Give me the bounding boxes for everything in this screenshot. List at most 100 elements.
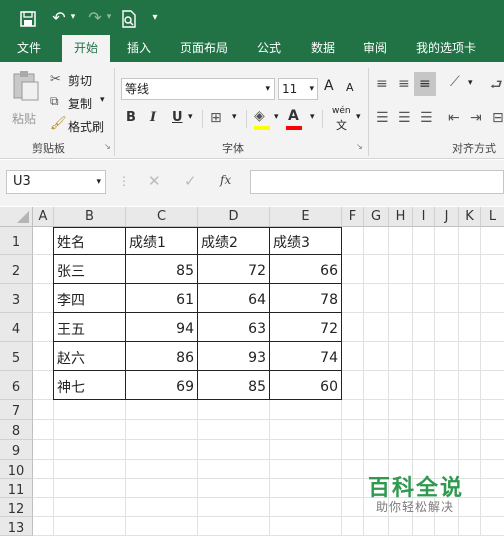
row-header-13[interactable]: 13 [0,517,33,536]
fill-color-icon[interactable]: ◈ [254,108,265,124]
cell-l5[interactable] [481,342,504,371]
cell-f7[interactable] [342,400,364,420]
cell-c11[interactable] [126,479,198,498]
cell-e9[interactable] [270,440,342,460]
cell-b12[interactable] [54,498,126,517]
table-score-cell[interactable]: 72 [198,255,270,284]
italic-button[interactable]: I [150,110,156,125]
cell-k6[interactable] [459,371,481,400]
column-header-b[interactable]: B [54,207,126,227]
cell-f13[interactable] [342,517,364,536]
table-score-cell[interactable]: 74 [270,342,342,371]
table-score-cell[interactable]: 94 [126,313,198,342]
tab-formulas[interactable]: 公式 [248,35,290,62]
cell-d10[interactable] [198,460,270,479]
column-header-e[interactable]: E [270,207,342,227]
grow-font-button[interactable]: A [324,78,334,94]
cell-d9[interactable] [198,440,270,460]
borders-dropdown-icon[interactable]: ▾ [232,112,237,122]
cell-f1[interactable] [342,227,364,255]
cell-a13[interactable] [33,517,54,536]
cell-a4[interactable] [33,313,54,342]
cell-a8[interactable] [33,420,54,440]
underline-button[interactable]: U [172,110,183,125]
cell-l2[interactable] [481,255,504,284]
merge-center-icon[interactable]: ⊟ [492,110,504,126]
cell-k4[interactable] [459,313,481,342]
cell-h3[interactable] [389,284,413,313]
row-header-8[interactable]: 8 [0,420,33,440]
cell-l7[interactable] [481,400,504,420]
tab-file[interactable]: 文件 [6,35,52,62]
table-score-cell[interactable]: 60 [270,371,342,400]
cell-f12[interactable] [342,498,364,517]
cell-h1[interactable] [389,227,413,255]
align-top-icon[interactable]: ≡ [376,76,388,92]
row-header-11[interactable]: 11 [0,479,33,498]
cell-b10[interactable] [54,460,126,479]
font-color-icon[interactable]: A [288,108,299,124]
cell-f10[interactable] [342,460,364,479]
cell-h9[interactable] [389,440,413,460]
phonetic-guide-button[interactable]: wén [332,106,351,116]
cell-e7[interactable] [270,400,342,420]
cell-d7[interactable] [198,400,270,420]
cell-e11[interactable] [270,479,342,498]
cell-j3[interactable] [435,284,459,313]
copy-dropdown-icon[interactable]: ▾ [100,95,105,105]
cell-e13[interactable] [270,517,342,536]
cell-l1[interactable] [481,227,504,255]
tab-data[interactable]: 数据 [302,35,344,62]
cell-j7[interactable] [435,400,459,420]
format-painter-icon[interactable]: 🖌 [50,116,67,131]
fill-color-dropdown-icon[interactable]: ▾ [274,112,279,122]
cell-i2[interactable] [413,255,435,284]
cell-e8[interactable] [270,420,342,440]
cell-f6[interactable] [342,371,364,400]
table-header-cell[interactable]: 姓名 [54,227,126,255]
cell-g1[interactable] [364,227,389,255]
cell-l8[interactable] [481,420,504,440]
cell-c12[interactable] [126,498,198,517]
align-right-icon[interactable]: ☰ [420,110,433,126]
cell-g8[interactable] [364,420,389,440]
name-box[interactable]: U3 ▾ [6,170,106,194]
tab-my-tab[interactable]: 我的选项卡 [410,35,482,62]
column-header-c[interactable]: C [126,207,198,227]
cell-g9[interactable] [364,440,389,460]
print-preview-icon[interactable] [118,0,140,35]
tab-home[interactable]: 开始 [62,35,110,62]
borders-icon[interactable]: ⊞ [210,110,222,126]
cell-l3[interactable] [481,284,504,313]
cell-g2[interactable] [364,255,389,284]
cell-b7[interactable] [54,400,126,420]
column-header-k[interactable]: K [459,207,481,227]
table-score-cell[interactable]: 85 [198,371,270,400]
phonetic-dropdown-icon[interactable]: ▾ [356,112,361,122]
cell-c10[interactable] [126,460,198,479]
orientation-icon[interactable]: ⟋ [450,74,460,90]
format-painter-button[interactable]: 格式刷 [68,118,104,135]
cell-b8[interactable] [54,420,126,440]
cell-j5[interactable] [435,342,459,371]
cell-j2[interactable] [435,255,459,284]
cell-k7[interactable] [459,400,481,420]
table-score-cell[interactable]: 78 [270,284,342,313]
decrease-indent-icon[interactable]: ⇤ [448,110,460,126]
table-name-cell[interactable]: 李四 [54,284,126,313]
cell-a10[interactable] [33,460,54,479]
table-header-cell[interactable]: 成绩2 [198,227,270,255]
table-score-cell[interactable]: 93 [198,342,270,371]
cell-k1[interactable] [459,227,481,255]
table-header-cell[interactable]: 成绩1 [126,227,198,255]
font-color-dropdown-icon[interactable]: ▾ [310,112,315,122]
align-middle-icon[interactable]: ≡ [398,76,410,92]
cell-k2[interactable] [459,255,481,284]
cell-j6[interactable] [435,371,459,400]
align-left-icon[interactable]: ☰ [376,110,389,126]
customize-toolbar-icon[interactable]: ▾ [148,0,162,35]
copy-icon[interactable]: ⧉ [50,94,59,109]
cell-a2[interactable] [33,255,54,284]
table-name-cell[interactable]: 赵六 [54,342,126,371]
orientation-dropdown-icon[interactable]: ▾ [468,78,473,88]
